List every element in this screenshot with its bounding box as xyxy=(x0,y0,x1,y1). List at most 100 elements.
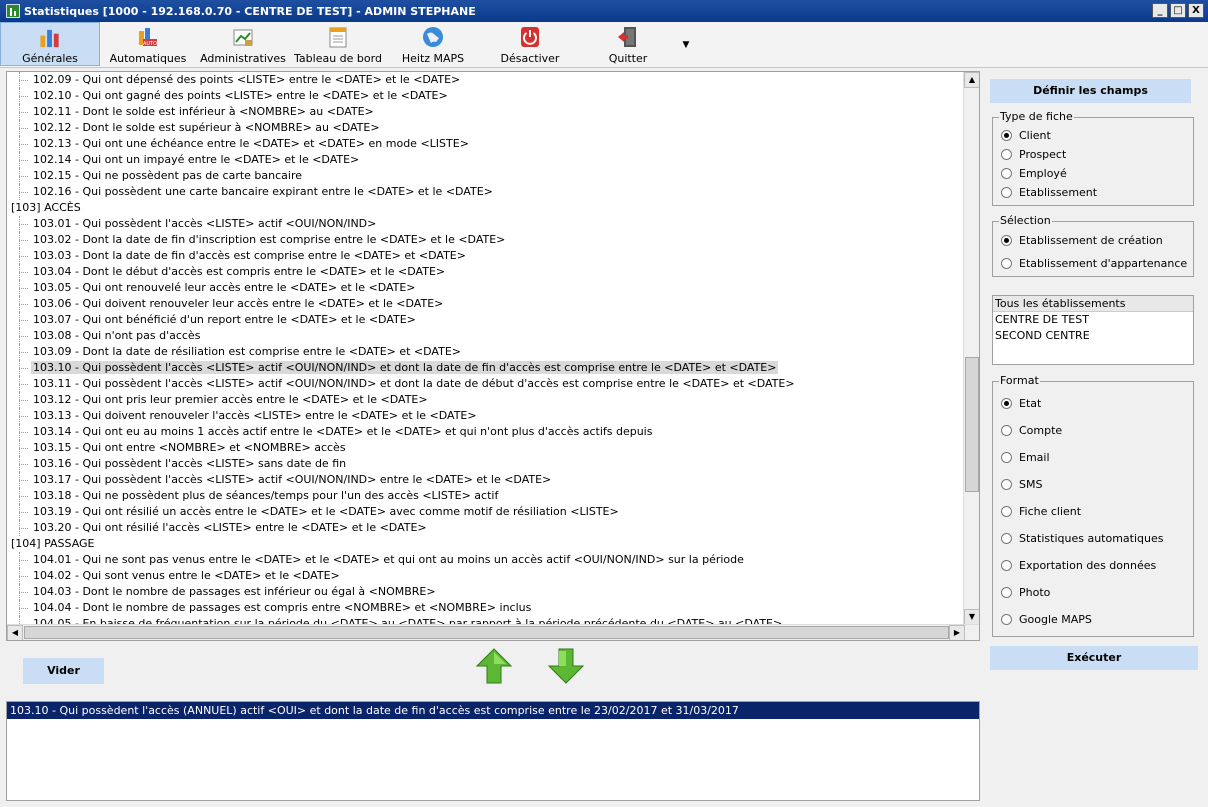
tree-item[interactable]: 104.01 - Qui ne sont pas venus entre le … xyxy=(7,552,965,568)
radio-button[interactable] xyxy=(1001,168,1012,179)
tree-item-selected[interactable]: 103.10 - Qui possèdent l'accès <LISTE> a… xyxy=(7,360,965,376)
tree-item[interactable]: 102.16 - Qui possèdent une carte bancair… xyxy=(7,184,965,200)
format-radio-5[interactable]: Statistiques automatiques xyxy=(1001,532,1164,545)
radio-button[interactable] xyxy=(1001,614,1012,625)
tree-item[interactable]: 103.11 - Qui possèdent l'accès <LISTE> a… xyxy=(7,376,965,392)
format-radio-8[interactable]: Google MAPS xyxy=(1001,613,1092,626)
tree-item[interactable]: 102.11 - Dont le solde est inférieur à <… xyxy=(7,104,965,120)
radio-button[interactable] xyxy=(1001,479,1012,490)
scroll-right-button[interactable]: ▶ xyxy=(949,625,965,640)
tree-item[interactable]: 102.14 - Qui ont un impayé entre le <DAT… xyxy=(7,152,965,168)
tree-item[interactable]: 103.08 - Qui n'ont pas d'accès xyxy=(7,328,965,344)
radio-button[interactable] xyxy=(1001,398,1012,409)
tool-quitter[interactable]: Quitter xyxy=(580,22,676,66)
selection-radio-0[interactable]: Etablissement de création xyxy=(1001,234,1163,247)
radio-button[interactable] xyxy=(1001,560,1012,571)
tool-administratives[interactable]: Administratives xyxy=(196,22,290,66)
tree-item[interactable]: 103.18 - Qui ne possèdent plus de séance… xyxy=(7,488,965,504)
tree-item[interactable]: 104.04 - Dont le nombre de passages est … xyxy=(7,600,965,616)
establishments-header[interactable]: Tous les établissements xyxy=(993,296,1193,312)
scroll-up-button[interactable]: ▲ xyxy=(964,72,979,88)
tool-generales[interactable]: Générales xyxy=(0,22,100,66)
fiche-type-radio-2[interactable]: Employé xyxy=(1001,167,1067,180)
tree-group-header[interactable]: [103] ACCÈS xyxy=(7,200,965,216)
tree-item[interactable]: 103.19 - Qui ont résilié un accès entre … xyxy=(7,504,965,520)
tree-group-header[interactable]: [104] PASSAGE xyxy=(7,536,965,552)
tree-item[interactable]: 102.15 - Qui ne possèdent pas de carte b… xyxy=(7,168,965,184)
tool-heitz-maps[interactable]: Heitz MAPS xyxy=(386,22,480,66)
tree-item[interactable]: 103.04 - Dont le début d'accès est compr… xyxy=(7,264,965,280)
radio-button[interactable] xyxy=(1001,235,1012,246)
format-radio-0[interactable]: Etat xyxy=(1001,397,1041,410)
format-radio-6[interactable]: Exportation des données xyxy=(1001,559,1156,572)
tree-item[interactable]: 104.03 - Dont le nombre de passages est … xyxy=(7,584,965,600)
define-fields-button[interactable]: Définir les champs xyxy=(990,79,1191,103)
tree-item[interactable]: 103.15 - Qui ont entre <NOMBRE> et <NOMB… xyxy=(7,440,965,456)
tree-item[interactable]: 102.13 - Qui ont une échéance entre le <… xyxy=(7,136,965,152)
tree-item[interactable]: 103.12 - Qui ont pris leur premier accès… xyxy=(7,392,965,408)
tree-item[interactable]: 103.07 - Qui ont bénéficié d'un report e… xyxy=(7,312,965,328)
selected-criteria-row[interactable]: 103.10 - Qui possèdent l'accès (ANNUEL) … xyxy=(7,702,979,719)
window-controls: _ □ X xyxy=(1152,3,1204,18)
tree-item[interactable]: 102.12 - Dont le solde est supérieur à <… xyxy=(7,120,965,136)
fiche-type-radio-0[interactable]: Client xyxy=(1001,129,1051,142)
radio-button[interactable] xyxy=(1001,425,1012,436)
selection-radio-1[interactable]: Etablissement d'appartenance xyxy=(1001,257,1187,270)
arrow-up-icon[interactable] xyxy=(476,648,512,684)
tree-item[interactable]: 103.17 - Qui possèdent l'accès <LISTE> a… xyxy=(7,472,965,488)
scroll-thumb[interactable] xyxy=(965,357,979,492)
tree-item-label: 103.04 - Dont le début d'accès est compr… xyxy=(33,265,446,278)
tool-tableau-de-bord[interactable]: Tableau de bord xyxy=(290,22,386,66)
tree-item[interactable]: 103.13 - Qui doivent renouveler l'accès … xyxy=(7,408,965,424)
radio-button[interactable] xyxy=(1001,130,1012,141)
tree-item[interactable]: 103.14 - Qui ont eu au moins 1 accès act… xyxy=(7,424,965,440)
tree-item[interactable]: 103.03 - Dont la date de fin d'accès est… xyxy=(7,248,965,264)
tree-item[interactable]: 103.20 - Qui ont résilié l'accès <LISTE>… xyxy=(7,520,965,536)
format-radio-7[interactable]: Photo xyxy=(1001,586,1050,599)
format-radio-1[interactable]: Compte xyxy=(1001,424,1062,437)
scroll-down-button[interactable]: ▼ xyxy=(964,609,979,625)
radio-label: Compte xyxy=(1019,424,1063,437)
establishments-list[interactable]: Tous les établissements CENTRE DE TEST SE… xyxy=(992,295,1194,365)
establishment-item[interactable]: SECOND CENTRE xyxy=(993,328,1193,344)
tree-item[interactable]: 104.02 - Qui sont venus entre le <DATE> … xyxy=(7,568,965,584)
minimize-button[interactable]: _ xyxy=(1152,3,1168,18)
toolbar-more-button[interactable]: ▼ xyxy=(676,22,696,67)
tree-item[interactable]: 102.09 - Qui ont dépensé des points <LIS… xyxy=(7,72,965,88)
maximize-button[interactable]: □ xyxy=(1170,3,1186,18)
arrow-down-icon[interactable] xyxy=(548,648,584,684)
vertical-scrollbar[interactable]: ▲ ▼ xyxy=(963,72,979,625)
tool-automatiques[interactable]: AUTO Automatiques xyxy=(100,22,196,66)
tree-item[interactable]: 102.10 - Qui ont gagné des points <LISTE… xyxy=(7,88,965,104)
establishment-item[interactable]: CENTRE DE TEST xyxy=(993,312,1193,328)
format-radio-3[interactable]: SMS xyxy=(1001,478,1042,491)
format-radio-2[interactable]: Email xyxy=(1001,451,1050,464)
radio-button[interactable] xyxy=(1001,506,1012,517)
tree-item[interactable]: 103.05 - Qui ont renouvelé leur accès en… xyxy=(7,280,965,296)
fiche-type-radio-3[interactable]: Etablissement xyxy=(1001,186,1097,199)
tree-item[interactable]: 103.02 - Dont la date de fin d'inscripti… xyxy=(7,232,965,248)
radio-button[interactable] xyxy=(1001,533,1012,544)
radio-button[interactable] xyxy=(1001,258,1012,269)
radio-button[interactable] xyxy=(1001,149,1012,160)
execute-button[interactable]: Exécuter xyxy=(990,646,1198,670)
tree-item[interactable]: 103.09 - Dont la date de résiliation est… xyxy=(7,344,965,360)
radio-button[interactable] xyxy=(1001,452,1012,463)
close-button[interactable]: X xyxy=(1188,3,1204,18)
criteria-list[interactable]: 102.09 - Qui ont dépensé des points <LIS… xyxy=(6,71,980,641)
radio-button[interactable] xyxy=(1001,587,1012,598)
selected-criteria-list[interactable]: 103.10 - Qui possèdent l'accès (ANNUEL) … xyxy=(6,701,980,801)
format-radio-4[interactable]: Fiche client xyxy=(1001,505,1081,518)
radio-label: Etablissement d'appartenance xyxy=(1019,257,1188,270)
clear-button[interactable]: Vider xyxy=(23,658,104,684)
radio-button[interactable] xyxy=(1001,187,1012,198)
tree-item-label: 104.04 - Dont le nombre de passages est … xyxy=(33,601,532,614)
horizontal-scroll-thumb[interactable] xyxy=(24,626,949,639)
scroll-left-button[interactable]: ◀ xyxy=(7,625,23,640)
tree-item[interactable]: 103.01 - Qui possèdent l'accès <LISTE> a… xyxy=(7,216,965,232)
tree-item[interactable]: 103.06 - Qui doivent renouveler leur acc… xyxy=(7,296,965,312)
fiche-type-radio-1[interactable]: Prospect xyxy=(1001,148,1066,161)
tool-desactiver[interactable]: Désactiver xyxy=(480,22,580,66)
horizontal-scrollbar[interactable]: ◀ ▶ xyxy=(7,624,979,640)
tree-item[interactable]: 103.16 - Qui possèdent l'accès <LISTE> s… xyxy=(7,456,965,472)
